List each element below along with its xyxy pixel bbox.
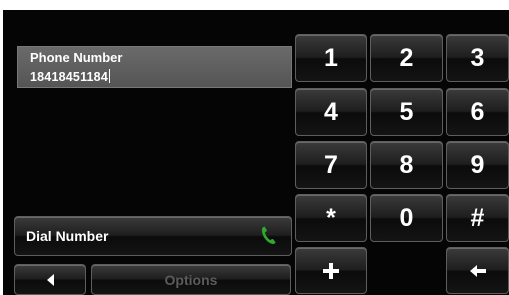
key-hash-label: # — [470, 203, 485, 232]
key-1-label: 1 — [324, 43, 338, 72]
key-4[interactable]: 4 — [295, 88, 367, 136]
key-2-label: 2 — [399, 43, 414, 72]
key-5-label: 5 — [399, 97, 414, 126]
key-1[interactable]: 1 — [295, 34, 367, 82]
key-9[interactable]: 9 — [446, 141, 509, 189]
key-7[interactable]: 7 — [295, 141, 367, 189]
phone-number-value[interactable]: 18418451184 — [30, 69, 110, 84]
phone-number-field[interactable]: Phone Number 18418451184 — [17, 46, 292, 88]
dial-number-label: Dial Number — [26, 228, 109, 244]
back-triangle-icon — [46, 273, 54, 286]
backspace-arrow-icon — [469, 264, 486, 277]
key-4-label: 4 — [324, 97, 338, 126]
phone-dialer-screen: Phone Number 18418451184 1 2 3 4 5 6 7 8… — [3, 10, 509, 295]
phone-number-digits: 18418451184 — [30, 70, 108, 84]
key-2[interactable]: 2 — [370, 34, 443, 82]
key-0[interactable]: 0 — [370, 194, 443, 242]
back-button[interactable] — [14, 264, 86, 295]
key-8-label: 8 — [399, 150, 414, 179]
key-6-label: 6 — [470, 97, 485, 126]
key-0-label: 0 — [399, 203, 414, 232]
key-star[interactable]: * — [295, 194, 367, 242]
key-7-label: 7 — [324, 150, 338, 179]
dial-number-button[interactable]: Dial Number — [14, 216, 292, 256]
key-6[interactable]: 6 — [446, 88, 509, 136]
plus-icon — [323, 262, 339, 279]
phone-handset-icon — [261, 226, 276, 245]
key-8[interactable]: 8 — [370, 141, 443, 189]
key-3-label: 3 — [470, 43, 485, 72]
key-hash[interactable]: # — [446, 194, 509, 242]
options-button[interactable]: Options — [91, 264, 291, 295]
backspace-button[interactable] — [446, 247, 509, 294]
key-plus[interactable] — [295, 247, 367, 294]
key-5[interactable]: 5 — [370, 88, 443, 136]
key-3[interactable]: 3 — [446, 34, 509, 82]
phone-number-label: Phone Number — [30, 50, 123, 65]
text-cursor — [108, 69, 110, 83]
key-star-label: * — [326, 203, 336, 232]
key-9-label: 9 — [470, 150, 485, 179]
options-label: Options — [164, 271, 218, 288]
